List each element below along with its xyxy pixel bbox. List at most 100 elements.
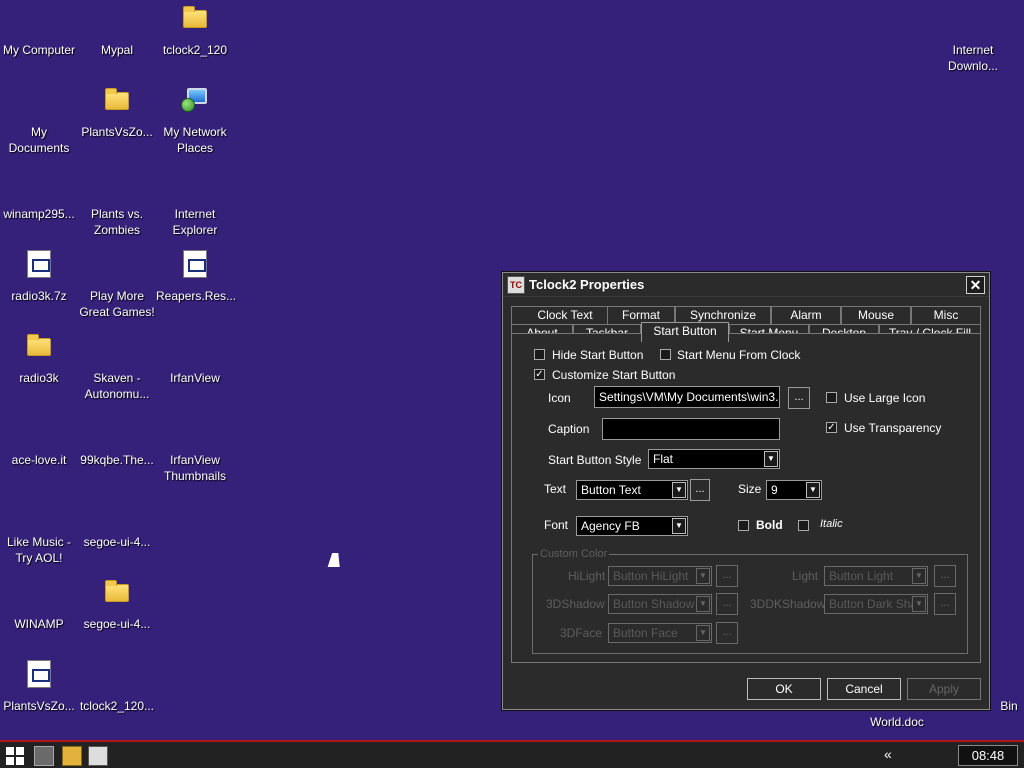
start-button-style-label: Start Button Style (548, 453, 642, 467)
customize-start-button-checkbox[interactable]: ✓ (534, 369, 545, 380)
caption-field[interactable] (602, 418, 780, 440)
desktop-icon-label: segoe-ui-4... (83, 535, 151, 549)
desktop-icon-label: 99kqbe.The... (80, 453, 154, 467)
quicklaunch-folder-icon[interactable] (62, 746, 82, 766)
close-button[interactable]: ✕ (966, 276, 985, 294)
start-menu-from-clock-checkbox[interactable] (660, 349, 671, 360)
desktop-icon[interactable]: My Network Places (156, 86, 234, 166)
desktop-icon[interactable]: Reapers.Res... (156, 250, 236, 330)
quicklaunch-tclock-icon[interactable] (88, 746, 108, 766)
italic-label: Italic (820, 518, 843, 530)
desktop-icon[interactable]: segoe-ui-4... (78, 496, 156, 576)
start-button[interactable] (6, 747, 24, 765)
cancel-button[interactable]: Cancel (827, 678, 901, 700)
desktop-icon-label: radio3k.7z (11, 289, 67, 303)
text-label: Text (544, 482, 567, 496)
desktop-icon[interactable]: tclock2_120 (156, 4, 234, 84)
desktop-icon[interactable]: 99kqbe.The... (78, 414, 156, 494)
desktop-icon[interactable]: My Documents (0, 86, 78, 166)
desktop-icon[interactable]: IrfanView Thumbnails (156, 414, 234, 494)
desktop-icon[interactable]: winamp295... (0, 168, 78, 248)
hide-start-button-checkbox[interactable] (534, 349, 545, 360)
desktop-icon[interactable]: Internet Downlo... (934, 4, 1012, 84)
taskbar: « 08:48 (0, 740, 1024, 768)
desktop-icon[interactable]: Skaven - Autonomu... (78, 332, 156, 412)
desktop-icon[interactable]: My Computer (0, 4, 78, 84)
desktop-icon[interactable]: ace-love.it (0, 414, 78, 494)
tab-clock-text[interactable]: Clock Text (511, 306, 619, 324)
desktop-icon-label: Plants vs. Zombies (90, 207, 144, 237)
desktop-icon-label: IrfanView (170, 371, 220, 385)
desktop-icon[interactable]: PlantsVsZo... (78, 86, 156, 166)
desktop-icon-label: segoe-ui-4... (83, 617, 151, 631)
quicklaunch-xm-icon[interactable] (34, 746, 54, 766)
light-value: Button Light (829, 569, 894, 583)
desktop-icon[interactable]: IrfanView (156, 332, 234, 412)
desktop-icon-label: IrfanView Thumbnails (163, 453, 227, 483)
start-menu-from-clock-label: Start Menu From Clock (677, 348, 801, 362)
3dface-select[interactable]: Button Face ▼ (608, 623, 712, 643)
desktop-icon[interactable]: WINAMP (0, 578, 78, 658)
font-select[interactable]: Agency FB ▼ (576, 516, 688, 536)
light-browse-button[interactable]: ... (934, 565, 956, 587)
desktop-icon-label: winamp295... (3, 207, 75, 221)
light-select[interactable]: Button Light ▼ (824, 566, 928, 586)
tab-misc[interactable]: Misc (911, 306, 981, 324)
tab-mouse[interactable]: Mouse (841, 306, 911, 324)
desktop-icon[interactable]: Play More Great Games! (78, 250, 156, 330)
desktop-icon[interactable]: radio3k (0, 332, 78, 412)
font-value: Agency FB (581, 519, 640, 533)
windows-logo-icon (6, 757, 14, 765)
hilight-browse-button[interactable]: ... (716, 565, 738, 587)
use-transparency-checkbox[interactable]: ✓ (826, 422, 837, 433)
3ddkshadow-select[interactable]: Button Dark Sha ▼ (824, 594, 928, 614)
icon-path-field[interactable]: Settings\VM\My Documents\win3.ico (594, 386, 780, 408)
ok-button[interactable]: OK (747, 678, 821, 700)
icon-browse-button[interactable]: ... (788, 387, 810, 409)
folder-icon (25, 332, 53, 360)
3dface-browse-button[interactable]: ... (716, 622, 738, 644)
desktop-icon[interactable]: segoe-ui-4... (78, 578, 156, 658)
desktop-icon-label: My Computer (2, 43, 76, 57)
use-large-icon-checkbox[interactable] (826, 392, 837, 403)
caption-label: Caption (548, 422, 590, 436)
dialog-title: Tclock2 Properties (529, 277, 645, 292)
3ddkshadow-browse-button[interactable]: ... (934, 593, 956, 615)
size-value: 9 (771, 483, 778, 497)
desktop-icon[interactable]: PlantsVsZo... (0, 660, 78, 740)
text-color-select[interactable]: Button Text ▼ (576, 480, 688, 500)
tab-start-button[interactable]: Start Button (641, 322, 729, 342)
bold-checkbox[interactable] (738, 520, 749, 531)
hilight-select[interactable]: Button HiLight ▼ (608, 566, 712, 586)
chevron-down-icon: ▼ (912, 596, 926, 612)
chevron-down-icon: ▼ (912, 568, 926, 584)
3dshadow-select[interactable]: Button Shadow ▼ (608, 594, 712, 614)
customize-start-button-label: Customize Start Button (552, 368, 676, 382)
size-label: Size (738, 482, 762, 496)
size-select[interactable]: 9 ▼ (766, 480, 822, 500)
desktop-icon[interactable]: radio3k.7z (0, 250, 78, 330)
tclock2-properties-dialog: TC Tclock2 Properties ✕ Clock Text Forma… (502, 272, 990, 710)
tab-alarm[interactable]: Alarm (771, 306, 841, 324)
apply-button[interactable]: Apply (907, 678, 981, 700)
3dshadow-browse-button[interactable]: ... (716, 593, 738, 615)
desktop-icon[interactable]: Plants vs. Zombies (78, 168, 156, 248)
desktop-icon-label: ace-love.it (11, 453, 67, 467)
desktop-icon-label: Play More Great Games! (79, 289, 155, 319)
desktop-icon[interactable]: Mypal (78, 4, 156, 84)
taskbar-clock[interactable]: 08:48 (958, 745, 1018, 766)
chevron-down-icon: ▼ (696, 596, 710, 612)
tray-expand-icon[interactable]: « (884, 746, 892, 762)
start-button-style-select[interactable]: Flat ▼ (648, 449, 780, 469)
desktop-icon[interactable]: Internet Explorer (156, 168, 234, 248)
desktop-icon[interactable]: Like Music - Try AOL! (0, 496, 78, 576)
dialog-titlebar[interactable]: TC Tclock2 Properties ✕ (503, 273, 989, 297)
custom-color-label: Custom Color (538, 548, 610, 560)
light-label: Light (792, 569, 819, 583)
italic-checkbox[interactable] (798, 520, 809, 531)
text-color-browse-button[interactable]: ... (690, 479, 710, 501)
desktop-icon-label: Internet Downlo... (947, 43, 999, 73)
windows-logo-icon (6, 747, 14, 755)
desktop-icon[interactable]: tclock2_120... (78, 660, 156, 740)
text-color-value: Button Text (581, 483, 641, 497)
